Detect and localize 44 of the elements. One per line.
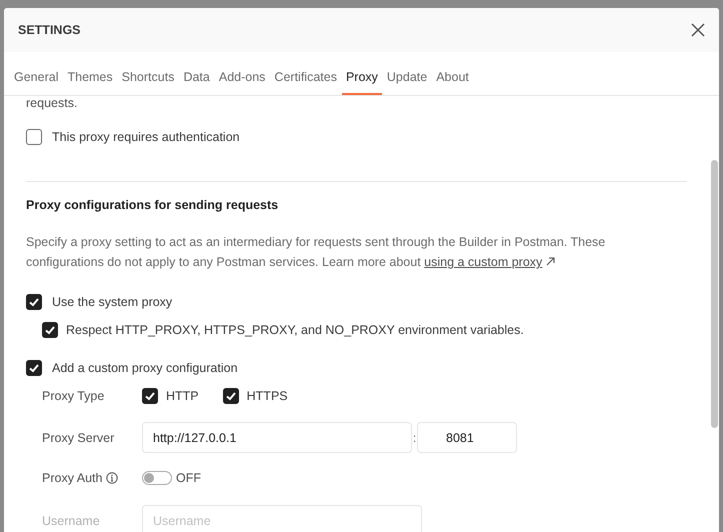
external-link-icon (546, 257, 555, 266)
checkbox-label: Respect HTTP_PROXY, HTTPS_PROXY, and NO_PROXY environment variables. (66, 323, 524, 337)
settings-tab[interactable]: Proxy (342, 66, 382, 95)
checkmark-icon (28, 296, 40, 308)
checkbox[interactable] (222, 388, 239, 404)
host-field[interactable]: http://127.0.0.1 (142, 422, 412, 453)
checkmark-icon (224, 390, 237, 402)
checkmark-icon (28, 362, 40, 374)
checkbox-label: HTTP (166, 389, 199, 403)
settings-tab[interactable]: About (432, 66, 473, 95)
settings-tab[interactable]: Data (179, 66, 214, 95)
checkbox[interactable] (42, 322, 58, 338)
checkbox-label: HTTPS (246, 389, 288, 403)
checkbox[interactable] (142, 388, 158, 404)
toggle-state-text: OFF (176, 471, 201, 485)
section-description: Specify a proxy setting to act as an intermediary for requests sent through the Builder in Postman. These configurations do not apply to any Postman services. Learn more about using a custom proxy (26, 234, 606, 271)
checkbox[interactable] (26, 294, 42, 310)
checkmark-icon (144, 390, 156, 402)
checkbox-label: Use the system proxy (52, 295, 172, 309)
info-icon[interactable] (106, 472, 118, 484)
settings-tab[interactable]: General (10, 66, 62, 95)
username-label: Username (42, 514, 101, 528)
settings-tab[interactable]: Themes (63, 66, 117, 95)
scrollbar-thumb[interactable] (711, 160, 718, 428)
settings-tab[interactable]: Update (382, 66, 432, 95)
checkbox-label: Add a custom proxy configuration (52, 361, 238, 375)
close-icon[interactable] (691, 23, 705, 37)
proxy-auth-label: Proxy Auth (42, 471, 102, 485)
port-field[interactable]: 8081 (417, 422, 517, 453)
checkbox[interactable] (26, 129, 42, 145)
window-title: SETTINGS (18, 23, 81, 37)
settings-tab[interactable]: Add-ons (214, 66, 270, 95)
settings-tab[interactable]: Shortcuts (118, 66, 178, 95)
checkbox[interactable] (26, 360, 42, 376)
checkbox-label: This proxy requires authentication (52, 130, 240, 144)
description-text: requests. (26, 96, 78, 110)
port-separator: : (412, 430, 417, 444)
settings-tab[interactable]: Certificates (270, 66, 341, 95)
proxy-type-label: Proxy Type (42, 389, 106, 403)
toggle-switch[interactable] (142, 471, 172, 485)
checkmark-icon (44, 324, 56, 336)
section-heading: Proxy configurations for sending requests (26, 198, 280, 212)
custom-proxy-link[interactable]: using a custom proxy (424, 255, 542, 269)
proxy-server-label: Proxy Server (42, 430, 116, 444)
